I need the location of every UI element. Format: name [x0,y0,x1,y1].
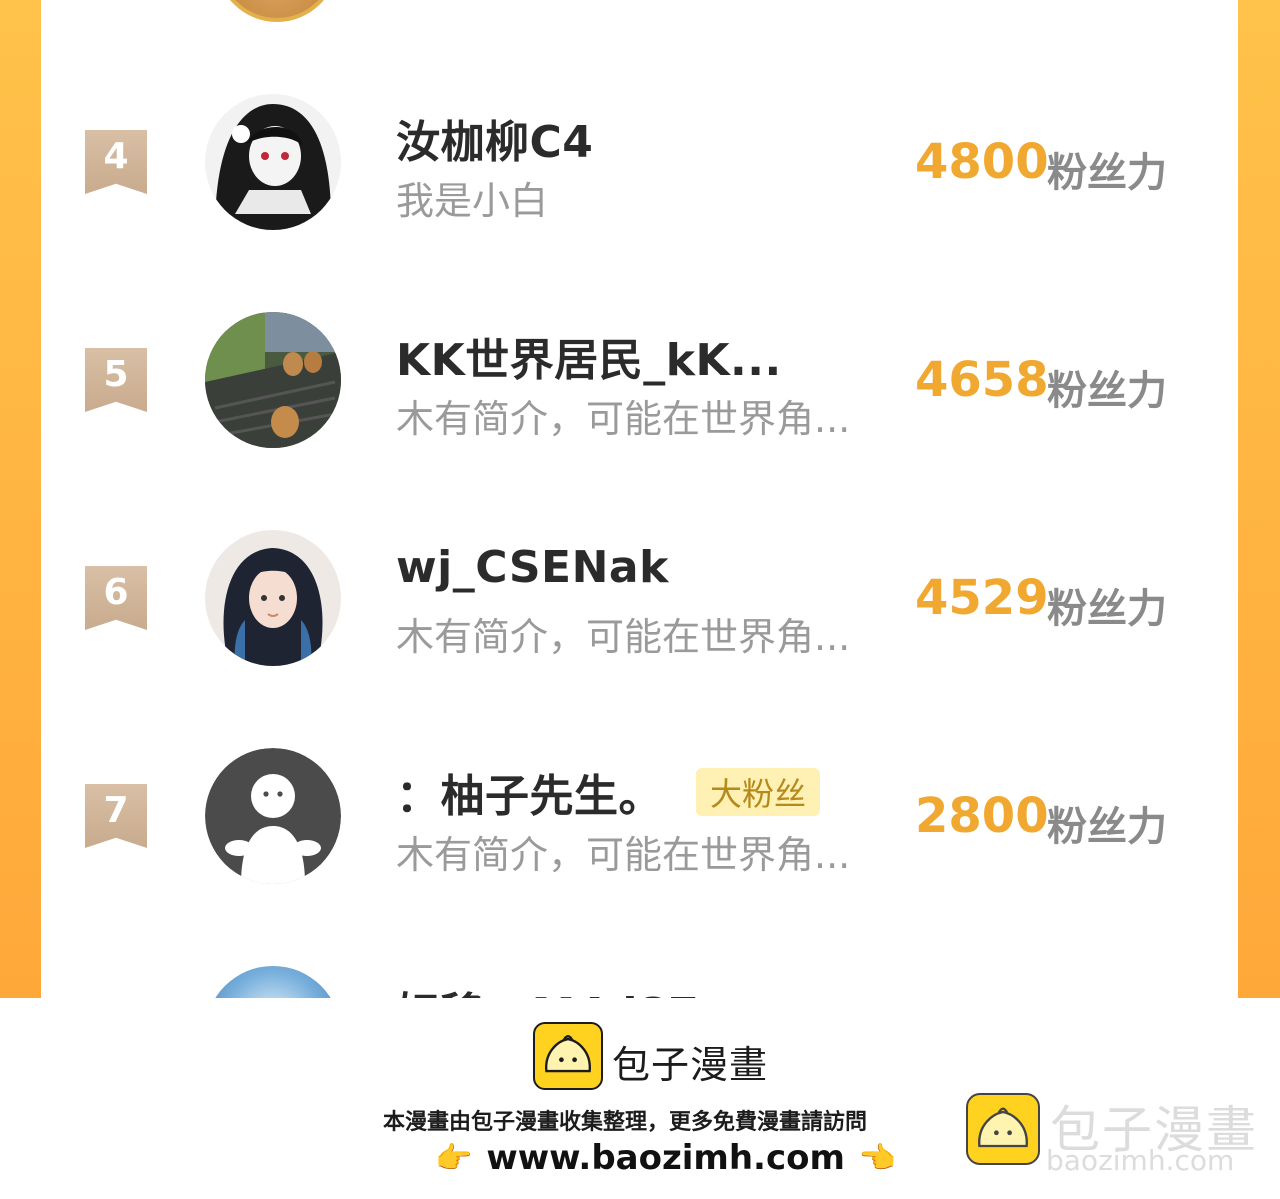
ranking-row-7[interactable]: 7 ：柚子先生。 大粉丝 木有简介，可能在世界角... 2800 粉丝力 [41,746,1238,946]
user-name[interactable]: KK世界居民_kK... [396,324,782,388]
rank-number: 4 [103,136,129,177]
rank-flag: 4 [85,130,147,194]
rank-number: 5 [103,354,129,395]
baozi-logo-icon [533,1022,603,1090]
ranking-row-5[interactable]: 5 KK世界居民_kK... 木有简介，可能在世界角... 4658 粉丝力 [41,310,1238,510]
fan-power-score: 4529 [915,570,1049,626]
rank-number: 7 [103,790,129,831]
fan-power-score: 2800 [915,788,1049,844]
fan-power-unit: 粉丝力 [1047,368,1167,414]
user-bio: 木有简介，可能在世界角... [396,833,851,877]
fan-power-unit: 粉丝力 [1047,150,1167,196]
big-fan-badge: 大粉丝 [696,768,820,816]
ranking-row-4[interactable]: 4 汝枷柳C4 我是小白 4800 粉丝力 [41,92,1238,292]
fan-power-score: 4800 [915,134,1049,190]
user-name[interactable]: wj_CSENak [396,542,669,593]
pointing-left-icon: 👈 [858,1140,897,1176]
watermark-logo-icon [966,1093,1040,1165]
avatar[interactable] [205,94,341,230]
rank-flag: 5 [85,348,147,412]
notice-text: 本漫畫由包子漫畫收集整理，更多免費漫畫請訪問 [383,1110,868,1135]
rank-flag: 6 [85,566,147,630]
rank-number: 6 [103,572,129,613]
fan-power-unit: 粉丝力 [1047,586,1167,632]
pointing-right-icon: 👉 [435,1140,473,1176]
site-footer: 包子漫畫 本漫畫由包子漫畫收集整理，更多免費漫畫請訪問 👉 www.baozim… [0,998,1280,1199]
fan-power-unit: 粉丝力 [1047,804,1167,850]
user-name[interactable]: ：柚子先生。 [396,760,663,824]
ranking-frame: 4 汝枷柳C4 我是小白 4800 粉丝力 5 KK世界居民_kK... 木有简… [0,0,1280,998]
watermark-url: baozimh.com [1046,1144,1235,1177]
user-name-partial[interactable]: 妲移_zM4d87 [396,978,699,998]
user-name[interactable]: 汝枷柳C4 [396,106,593,170]
fan-power-score: 4658 [915,352,1049,408]
avatar[interactable] [205,312,341,448]
user-bio: 木有简介，可能在世界角... [396,397,851,441]
url-line: 👉 www.baozimh.com 👈 [435,1136,896,1180]
brand-name: 包子漫畫 [612,1043,769,1087]
avatar[interactable] [205,530,341,666]
default-avatar-icon[interactable] [205,748,341,884]
user-bio: 我是小白 [396,179,549,223]
site-url-link[interactable]: www.baozimh.com [486,1138,845,1178]
user-bio: 木有简介，可能在世界角... [396,615,851,659]
ranking-row-6[interactable]: 6 wj_CSENak 木有简介，可能在世界角... 4529 粉丝力 [41,528,1238,728]
rank-flag: 7 [85,784,147,848]
